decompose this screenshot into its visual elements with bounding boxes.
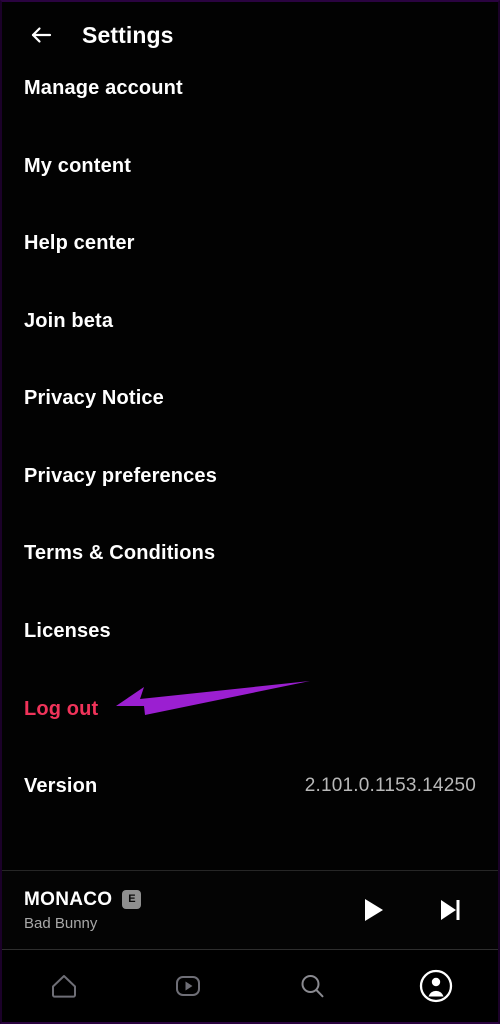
home-icon (52, 975, 76, 998)
settings-item-my-content[interactable]: My content (24, 149, 476, 183)
settings-item-label: Licenses (24, 619, 111, 642)
explicit-badge: E (122, 890, 142, 909)
now-playing-controls (358, 894, 476, 926)
search-icon (301, 975, 324, 998)
account-circle-icon (419, 969, 453, 1003)
track-artist: Bad Bunny (24, 914, 98, 932)
settings-list: Manage account My content Help center Jo… (2, 68, 498, 862)
settings-item-version: Version 2.101.0.1153.14250 (24, 769, 476, 803)
nav-item-home[interactable] (2, 950, 126, 1022)
log-out-label: Log out (24, 697, 99, 720)
bottom-navigation (2, 950, 498, 1022)
settings-item-label: Terms & Conditions (24, 541, 216, 564)
play-icon (365, 899, 383, 921)
now-playing-bar[interactable]: MONACO E Bad Bunny (2, 870, 498, 950)
settings-item-join-beta[interactable]: Join beta (24, 304, 476, 338)
settings-screen: Settings Manage account My content Help … (0, 0, 500, 1024)
settings-item-label: Join beta (24, 309, 114, 332)
track-title: MONACO (24, 888, 113, 910)
settings-item-label: Privacy preferences (24, 464, 217, 487)
nav-item-videos[interactable] (126, 950, 250, 1022)
settings-item-terms-and-conditions[interactable]: Terms & Conditions (24, 536, 476, 570)
app-header: Settings (2, 2, 498, 68)
settings-item-help-center[interactable]: Help center (24, 226, 476, 260)
version-label: Version (24, 774, 98, 797)
settings-item-log-out[interactable]: Log out (24, 692, 476, 726)
now-playing-title-row: MONACO E (24, 889, 358, 911)
skip-next-icon (441, 900, 460, 920)
settings-item-licenses[interactable]: Licenses (24, 614, 476, 648)
arrow-left-icon (31, 27, 52, 43)
settings-item-label: Privacy Notice (24, 386, 164, 409)
play-button[interactable] (358, 894, 390, 926)
page-title: Settings (82, 21, 174, 48)
settings-item-manage-account[interactable]: Manage account (24, 71, 476, 105)
settings-item-privacy-notice[interactable]: Privacy Notice (24, 381, 476, 415)
back-button[interactable] (24, 18, 58, 52)
settings-item-label: Manage account (24, 76, 183, 99)
settings-item-privacy-preferences[interactable]: Privacy preferences (24, 459, 476, 493)
now-playing-info: MONACO E Bad Bunny (24, 889, 358, 932)
settings-item-label: My content (24, 154, 132, 177)
nav-item-profile[interactable] (374, 950, 498, 1022)
settings-item-label: Help center (24, 231, 135, 254)
next-track-button[interactable] (434, 894, 466, 926)
version-value: 2.101.0.1153.14250 (304, 775, 476, 796)
video-play-icon (176, 976, 200, 996)
nav-item-search[interactable] (250, 950, 374, 1022)
